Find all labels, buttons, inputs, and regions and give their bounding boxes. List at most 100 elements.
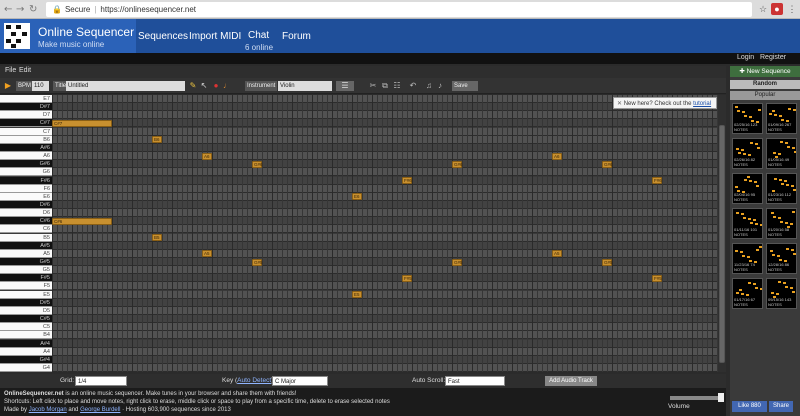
speaker-icon[interactable]: ♩ [222,81,232,91]
volume-handle[interactable] [718,393,724,402]
sequence-thumbnail[interactable]: 09/15/16 143 NOTES [766,278,797,309]
close-icon[interactable]: ✕ [617,101,624,107]
piano-key[interactable]: C#6 [0,217,52,226]
note-block[interactable]: C#6 [52,217,112,225]
note-grid[interactable]: C#7 B6 A6 G#6 F#6 E6 G#6 A6 G#6 F#6 C#6 B5 A5 G#5 F#5 E… [52,95,718,372]
piano-key[interactable]: E7 [0,95,52,103]
title-input[interactable]: Untitled [66,81,185,91]
select-icon[interactable]: ↖ [199,81,209,91]
note-block[interactable]: A6 [552,152,562,160]
piano-key[interactable]: A#5 [0,241,52,250]
piano-key[interactable]: D#5 [0,298,52,307]
menu-icon[interactable]: ⋮ [786,3,798,15]
sequence-thumbnail[interactable]: 02/25/16 123 NOTES [732,103,763,134]
sequence-thumbnail[interactable]: 02/04/16 95 NOTES [732,173,763,204]
note-block[interactable]: G#5 [602,258,613,266]
back-icon[interactable]: ← [4,4,12,15]
menu-file[interactable]: File [5,67,16,74]
piano-key[interactable]: D#7 [0,103,52,112]
sequence-thumbnail[interactable]: 01/05/16 49 NOTES [766,138,797,169]
piano-key[interactable]: G#5 [0,258,52,266]
piano-key[interactable]: E5 [0,290,52,299]
instrument-select[interactable]: Violin [278,81,332,91]
star-icon[interactable]: ☆ [757,3,769,15]
new-sequence-button[interactable]: ✚ New Sequence [730,66,800,77]
login-link[interactable]: Login [737,54,754,61]
logo[interactable]: Online Sequencer Make music online [0,19,136,53]
piano-key[interactable]: A#6 [0,143,52,152]
note-block[interactable]: E5 [352,291,362,299]
piano-key[interactable]: F#6 [0,176,52,185]
piano-key[interactable]: F6 [0,184,52,193]
note-block[interactable]: G#5 [252,258,263,266]
piano-key[interactable]: G5 [0,266,52,275]
piano-key[interactable]: C#5 [0,315,52,324]
sequence-thumbnail[interactable]: 01/17/16 67 NOTES [732,278,763,309]
nav-forum[interactable]: Forum [282,31,311,42]
piano-key[interactable]: F5 [0,282,52,291]
cut-icon[interactable]: ✂ [368,81,378,91]
add-audio-track-button[interactable]: Add Audio Track [545,376,597,386]
piano-key[interactable]: B5 [0,233,52,242]
reload-icon[interactable]: ↻ [29,4,37,15]
piano-key[interactable]: A5 [0,249,52,258]
auto-detect-link[interactable]: Auto Detect [237,377,271,384]
piano-key[interactable]: G4 [0,363,52,372]
autoscroll-select[interactable]: Fast [445,376,505,386]
copy-icon[interactable]: ⧉ [380,81,390,91]
facebook-like-button[interactable]: Like 880 [732,401,767,412]
note-block[interactable]: F#6 [402,177,412,184]
piano-key[interactable]: F#5 [0,274,52,283]
sequence-thumbnail[interactable]: 12/28/16 86 NOTES [766,243,797,274]
piano-key[interactable]: G6 [0,168,52,177]
paste-icon[interactable]: ☷ [392,81,402,91]
piano-key[interactable]: E6 [0,192,52,201]
vertical-scrollbar[interactable] [718,95,726,372]
note-block[interactable]: G#6 [452,160,463,168]
record-icon[interactable]: ● [211,81,221,91]
piano-key[interactable]: A6 [0,152,52,161]
piano-key[interactable]: C7 [0,127,52,136]
piano-key[interactable]: G#4 [0,355,52,364]
piano-key[interactable]: C6 [0,225,52,234]
address-bar[interactable]: 🔒 Secure | https://onlinesequencer.net [46,2,752,17]
piano-key[interactable]: B4 [0,331,52,340]
nav-import-midi[interactable]: Import MIDI [189,31,241,42]
volume-slider[interactable] [670,396,724,400]
note-block[interactable]: E6 [352,193,362,201]
sequence-thumbnail[interactable]: 01/20/16 58 NOTES [766,208,797,239]
play-icon[interactable]: ▶ [3,81,13,91]
note-block[interactable]: C#7 [52,119,112,127]
undo-icon[interactable]: ↶ [408,81,418,91]
facebook-share-button[interactable]: Share [769,401,793,412]
random-tab[interactable]: Random [730,80,800,89]
sequence-thumbnail[interactable]: 02/26/16 82 NOTES [732,138,763,169]
zoom-in-icon[interactable]: ♫ [424,81,434,91]
pencil-icon[interactable]: ✎ [188,81,198,91]
note-block[interactable]: F#6 [652,177,662,184]
piano-key[interactable]: A#4 [0,339,52,348]
key-select[interactable]: C Major [272,376,328,386]
sequence-thumbnail[interactable]: 01/11/16 101 NOTES [732,208,763,239]
grid-select[interactable]: 1/4 [75,376,127,386]
note-block[interactable]: B6 [152,136,162,144]
note-block[interactable]: F#5 [402,274,412,282]
save-button[interactable]: Save [452,81,478,91]
author-link-1[interactable]: Jacob Morgan [29,407,67,413]
menu-edit[interactable]: Edit [19,67,31,74]
bpm-input[interactable]: 110 [32,81,49,91]
piano-key[interactable]: A4 [0,347,52,356]
piano-key[interactable]: D7 [0,111,52,120]
register-link[interactable]: Register [760,54,786,61]
forward-icon[interactable]: → [16,4,24,15]
sequence-thumbnail[interactable]: 11/23/16 74 NOTES [732,243,763,274]
note-block[interactable]: A5 [552,250,562,258]
nav-sequences[interactable]: Sequences [138,31,188,42]
piano-key[interactable]: D6 [0,209,52,218]
popular-tab[interactable]: Popular [730,91,800,100]
extension-icon[interactable]: ● [771,3,783,15]
piano-key[interactable]: C5 [0,323,52,332]
piano-key[interactable]: C#7 [0,119,52,128]
instrument-settings-icon[interactable]: ☰ [336,81,354,91]
note-block[interactable]: G#6 [252,160,263,168]
